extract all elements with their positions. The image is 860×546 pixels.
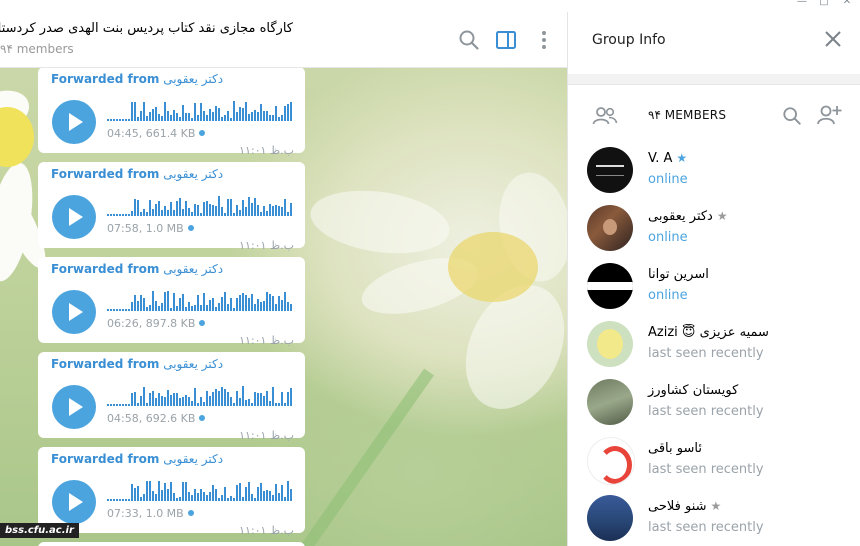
play-icon[interactable] xyxy=(52,385,96,429)
member-name: شنو فلاحی ★ xyxy=(648,499,722,514)
add-member-icon[interactable] xyxy=(816,104,842,126)
message-time: ۱۱:۰۱ ب.ظ xyxy=(239,144,294,157)
voice-message[interactable]: Forwarded from دکتر یعقوبی 04:58, 692.6 … xyxy=(38,352,305,442)
voice-message[interactable]: Forwarded from دکتر یعقوبی 06:26, 897.8 … xyxy=(38,257,305,347)
admin-star-icon: ★ xyxy=(710,499,722,513)
audio-waveform[interactable] xyxy=(107,194,295,216)
audio-waveform[interactable] xyxy=(107,384,295,406)
unread-dot-icon xyxy=(199,320,206,326)
member-status: last seen recently xyxy=(648,462,764,477)
member-status: last seen recently xyxy=(648,346,764,361)
avatar[interactable] xyxy=(587,379,633,425)
member-name: Azizi 😇 سمیه عزیزی xyxy=(648,325,769,340)
voice-message[interactable]: Forwarded from دکتر یعقوبی 07:33, 1.0 MB… xyxy=(38,447,305,537)
unread-dot-icon xyxy=(187,225,194,231)
members-icon xyxy=(592,107,618,125)
message-time: ۱۱:۰۱ ب.ظ xyxy=(239,429,294,442)
window-titlebar: — □ ✕ xyxy=(0,0,860,12)
member-status: last seen recently xyxy=(648,404,764,419)
member-status: online xyxy=(648,230,688,245)
play-icon[interactable] xyxy=(52,195,96,239)
play-icon[interactable] xyxy=(52,290,96,334)
forwarded-header[interactable]: Forwarded from دکتر یعقوبی xyxy=(51,452,223,466)
avatar[interactable] xyxy=(587,263,633,309)
play-icon[interactable] xyxy=(52,100,96,144)
forwarded-header[interactable]: Forwarded from دکتر یعقوبی xyxy=(51,357,223,371)
member-item[interactable]: ئاسو باقی last seen recently xyxy=(568,434,860,492)
message-time: ۱۱:۰۱ ب.ظ xyxy=(239,524,294,537)
voice-meta: 04:45, 661.4 KB xyxy=(107,127,206,140)
member-item[interactable]: اسرین توانا online xyxy=(568,260,860,318)
voice-message[interactable]: Forwarded from دکتر یعقوبی 07:58, 1.0 MB… xyxy=(38,162,305,252)
member-name: ئاسو باقی xyxy=(648,441,702,456)
member-name: اسرین توانا xyxy=(648,267,709,282)
member-item[interactable]: شنو فلاحی ★ last seen recently xyxy=(568,492,860,546)
chat-header: کارگاه مجازی نقد کتاب پردیس بنت الهدی صد… xyxy=(0,12,567,68)
member-name: دکتر یعقوبی ★ xyxy=(648,209,728,224)
unread-dot-icon xyxy=(187,510,194,516)
avatar[interactable] xyxy=(587,437,635,485)
members-header: ۹۴ MEMBERS xyxy=(568,104,860,128)
chat-members-count[interactable]: ۹۴ members xyxy=(0,42,74,56)
section-divider xyxy=(568,74,860,85)
minimize-icon[interactable]: — xyxy=(796,0,808,7)
audio-waveform[interactable] xyxy=(107,479,295,501)
member-status: online xyxy=(648,172,688,187)
chat-title[interactable]: کارگاه مجازی نقد کتاب پردیس بنت الهدی صد… xyxy=(0,21,293,36)
voice-message[interactable]: Forwarded from دکتر یعقوبی 04:45, 661.4 … xyxy=(38,67,305,157)
group-info-panel: Group Info ۹۴ MEMBERS V. A ★ online دکتر… xyxy=(567,12,860,546)
admin-star-icon: ★ xyxy=(676,151,688,165)
member-item[interactable]: دکتر یعقوبی ★ online xyxy=(568,202,860,260)
avatar[interactable] xyxy=(587,205,633,251)
members-count: ۹۴ MEMBERS xyxy=(648,108,727,122)
audio-waveform[interactable] xyxy=(107,99,295,121)
panel-title: Group Info xyxy=(592,32,666,48)
chat-area: کارگاه مجازی نقد کتاب پردیس بنت الهدی صد… xyxy=(0,12,567,546)
member-item[interactable]: V. A ★ online xyxy=(568,144,860,202)
member-name: کویستان کشاورز xyxy=(648,383,739,398)
message-time: ۱۱:۰۱ ب.ظ xyxy=(239,334,294,347)
audio-waveform[interactable] xyxy=(107,289,295,311)
unread-dot-icon xyxy=(199,130,206,136)
sidebar-toggle-icon[interactable] xyxy=(495,29,517,51)
close-icon[interactable] xyxy=(824,30,842,48)
forwarded-header[interactable]: Forwarded from دکتر یعقوبی xyxy=(51,262,223,276)
forwarded-header[interactable]: Forwarded from دکتر یعقوبی xyxy=(51,72,223,86)
voice-message[interactable] xyxy=(38,542,305,546)
voice-meta: 06:26, 897.8 KB xyxy=(107,317,206,330)
member-name: V. A ★ xyxy=(648,151,688,166)
admin-star-icon: ★ xyxy=(716,209,728,223)
close-icon[interactable]: ✕ xyxy=(841,0,853,7)
voice-meta: 07:58, 1.0 MB xyxy=(107,222,194,235)
search-icon[interactable] xyxy=(458,29,480,51)
member-status: last seen recently xyxy=(648,520,764,535)
forwarded-header[interactable]: Forwarded from دکتر یعقوبی xyxy=(51,167,223,181)
member-item[interactable]: کویستان کشاورز last seen recently xyxy=(568,376,860,434)
avatar[interactable] xyxy=(587,147,633,193)
avatar[interactable] xyxy=(587,495,633,541)
member-status: online xyxy=(648,288,688,303)
maximize-icon[interactable]: □ xyxy=(818,0,830,7)
more-menu-icon[interactable] xyxy=(533,29,555,51)
search-icon[interactable] xyxy=(782,106,802,126)
voice-meta: 07:33, 1.0 MB xyxy=(107,507,194,520)
watermark: bss.cfu.ac.ir xyxy=(0,523,79,538)
unread-dot-icon xyxy=(199,415,206,421)
member-item[interactable]: Azizi 😇 سمیه عزیزی last seen recently xyxy=(568,318,860,376)
play-icon[interactable] xyxy=(52,480,96,524)
avatar[interactable] xyxy=(587,321,633,367)
message-time: ۱۱:۰۱ ب.ظ xyxy=(239,239,294,252)
voice-meta: 04:58, 692.6 KB xyxy=(107,412,206,425)
